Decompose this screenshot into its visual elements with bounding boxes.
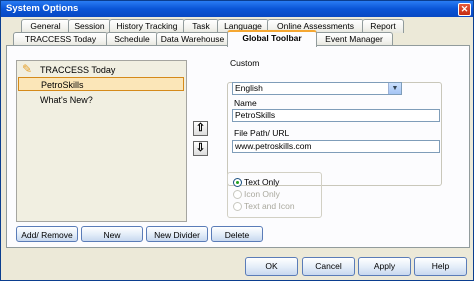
- radio-text-only[interactable]: Text Only: [233, 177, 323, 188]
- apply-button[interactable]: Apply: [358, 257, 411, 276]
- tab-task[interactable]: Task: [183, 19, 219, 33]
- tab-schedule[interactable]: Schedule: [106, 32, 158, 46]
- radio-dot: [233, 190, 242, 199]
- toolbar-items-list[interactable]: ✎ TRACCESS Today PetroSkills What's New?: [16, 60, 187, 222]
- radio-icon-only[interactable]: Icon Only: [233, 189, 323, 200]
- tab-row-back: General Session History Tracking Task La…: [21, 19, 421, 33]
- radio-text-and-icon[interactable]: Text and Icon: [233, 201, 323, 212]
- close-icon[interactable]: ✕: [458, 3, 471, 16]
- tab-row-front: TRACCESS Today Schedule Data Warehouse G…: [13, 30, 393, 47]
- new-divider-button[interactable]: New Divider: [146, 226, 208, 242]
- tab-event-manager[interactable]: Event Manager: [315, 32, 393, 46]
- tab-report[interactable]: Report: [362, 19, 404, 33]
- move-up-button[interactable]: ⇧: [193, 121, 208, 136]
- new-button[interactable]: New: [81, 226, 143, 242]
- radio-label: Text and Icon: [244, 201, 295, 211]
- display-mode-group: Text Only Icon Only Text and Icon: [227, 172, 322, 218]
- tab-session[interactable]: Session: [68, 19, 111, 33]
- radio-dot: [233, 178, 242, 187]
- ok-button[interactable]: OK: [245, 257, 298, 276]
- radio-label: Text Only: [244, 177, 280, 187]
- tab-data-warehouse[interactable]: Data Warehouse: [156, 32, 229, 46]
- chevron-down-icon[interactable]: ▼: [388, 83, 401, 94]
- tab-history-tracking[interactable]: History Tracking: [109, 19, 185, 33]
- star-icon: ✎: [22, 62, 33, 76]
- name-label: Name: [234, 98, 257, 108]
- tab-general[interactable]: General: [21, 19, 70, 33]
- list-item-label: PetroSkills: [41, 80, 84, 90]
- radio-label: Icon Only: [244, 189, 280, 199]
- move-down-button[interactable]: ⇩: [193, 141, 208, 156]
- list-item-label: What's New?: [40, 95, 93, 105]
- custom-label: Custom: [230, 58, 260, 68]
- list-item[interactable]: ✎ TRACCESS Today: [18, 63, 184, 77]
- radio-dot: [233, 202, 242, 211]
- delete-button[interactable]: Delete: [211, 226, 263, 242]
- window-title: System Options: [6, 3, 79, 14]
- title-bar[interactable]: System Options ✕: [1, 1, 473, 17]
- tab-global-toolbar[interactable]: Global Toolbar: [227, 30, 317, 47]
- language-select[interactable]: English ▼: [232, 82, 402, 95]
- list-item[interactable]: What's New?: [18, 93, 184, 107]
- cancel-button[interactable]: Cancel: [302, 257, 355, 276]
- help-button[interactable]: Help: [414, 257, 467, 276]
- add-remove-button[interactable]: Add/ Remove: [16, 226, 78, 242]
- list-item-selected[interactable]: PetroSkills: [18, 77, 184, 91]
- system-options-dialog: System Options ✕ General Session History…: [0, 0, 474, 281]
- path-field[interactable]: www.petroskills.com: [232, 140, 440, 153]
- language-select-value: English: [235, 83, 263, 93]
- tab-traccess-today[interactable]: TRACCESS Today: [13, 32, 108, 46]
- name-field[interactable]: PetroSkills: [232, 109, 440, 122]
- path-label: File Path/ URL: [234, 128, 290, 138]
- dialog-footer: OK Cancel Apply Help: [1, 247, 473, 280]
- list-item-label: TRACCESS Today: [40, 65, 116, 75]
